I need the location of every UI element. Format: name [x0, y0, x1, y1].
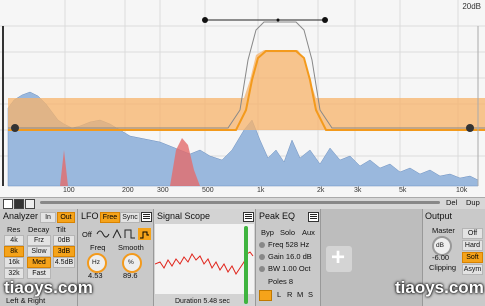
decay-heading: Decay — [28, 225, 50, 234]
clip-soft[interactable]: Soft — [462, 252, 483, 263]
freq-tick-100: 100 — [63, 187, 75, 194]
spectrum-graph[interactable] — [0, 0, 485, 208]
res-heading: Res — [7, 225, 21, 234]
sample-hold-icon — [138, 228, 151, 240]
clip-off[interactable]: Off — [462, 228, 483, 239]
watermark-left: tiaoys.com — [4, 278, 93, 297]
channel-m[interactable]: M — [297, 290, 303, 299]
layout-icon-3[interactable] — [25, 199, 35, 209]
duplicate-button[interactable]: Dup — [466, 198, 480, 207]
peak-eq-gain[interactable]: Gain 16.0 dB — [268, 252, 312, 261]
spectrum-display[interactable]: 20dB — [0, 0, 485, 208]
freq-tick-3k: 3k — [354, 187, 362, 194]
master-value[interactable]: -6.00 — [432, 253, 449, 262]
peak-eq-bypass[interactable]: Byp — [261, 228, 274, 237]
analyzer-title: Analyzer — [3, 211, 39, 221]
res-16k[interactable]: 16k — [4, 257, 24, 268]
bandwidth-handle-right — [322, 17, 328, 23]
lfo-smooth-unit: % — [128, 259, 134, 266]
freq-tick-1k: 1k — [257, 187, 265, 194]
watermark-right: tiaoys.com — [395, 278, 484, 297]
scope-menu-icon[interactable] — [243, 212, 254, 222]
peak-eq-bw[interactable]: BW 1.00 Oct — [268, 264, 311, 273]
clip-asym[interactable]: Asym — [462, 264, 483, 275]
master-label: Master — [432, 226, 455, 235]
eq-band-connector — [244, 226, 248, 304]
eq-node-top — [276, 18, 280, 22]
stereo-link-icon[interactable] — [259, 290, 272, 301]
lfo-waveform-selector[interactable] — [96, 228, 152, 240]
output-title: Output — [425, 211, 453, 221]
analyzer-out-button[interactable]: Out — [57, 212, 75, 223]
db-range-label[interactable]: 20dB — [462, 2, 481, 11]
freq-dot-icon — [259, 242, 265, 248]
freq-tick-2k: 2k — [317, 187, 325, 194]
lfo-off-button[interactable]: Off — [82, 230, 92, 239]
channel-r[interactable]: R — [287, 290, 292, 299]
decay-med[interactable]: Med — [27, 257, 51, 268]
scope-title: Signal Scope — [157, 211, 211, 221]
square-icon — [124, 229, 135, 239]
analyzer-in-button[interactable]: In — [40, 212, 56, 223]
delete-button[interactable]: Del — [446, 198, 457, 207]
peak-eq-poles[interactable]: Poles 8 — [268, 277, 293, 286]
tilt-3db[interactable]: 3dB — [53, 246, 75, 257]
lfo-free-button[interactable]: Free — [100, 212, 120, 223]
high-shelf-node — [466, 124, 474, 132]
decay-slow[interactable]: Slow — [27, 246, 51, 257]
lfo-smooth-label: Smooth — [118, 243, 144, 252]
peak-eq-solo[interactable]: Solo — [280, 228, 295, 237]
decay-frz[interactable]: Frz — [27, 235, 51, 246]
lfo-freq-unit: Hz — [92, 259, 100, 266]
peak-eq-menu-icon[interactable] — [308, 212, 319, 222]
horizontal-scrollbar[interactable] — [40, 201, 440, 204]
clip-hard[interactable]: Hard — [462, 240, 483, 251]
eq-curve-fill — [8, 50, 485, 130]
lfo-sync-button[interactable]: Sync — [120, 212, 140, 223]
lfo-freq-label: Freq — [90, 243, 106, 252]
master-unit: dB — [436, 242, 444, 249]
tilt-heading: Tilt — [56, 225, 66, 234]
lfo-menu-icon[interactable] — [141, 212, 152, 222]
channel-s[interactable]: S — [308, 290, 313, 299]
scope-display — [155, 224, 254, 294]
layout-icon-1[interactable] — [3, 199, 13, 209]
peak-eq-freq[interactable]: Freq 528 Hz — [268, 240, 309, 249]
sine-icon — [96, 230, 110, 238]
layout-icon-2[interactable] — [14, 199, 24, 209]
tilt-0db[interactable]: 0dB — [53, 235, 75, 246]
gain-dot-icon — [259, 254, 265, 260]
freq-tick-500: 500 — [202, 187, 214, 194]
peak-eq-title: Peak EQ — [259, 211, 296, 221]
triangle-icon — [112, 228, 122, 239]
lfo-smooth-value[interactable]: 89.6 — [123, 271, 138, 280]
plus-icon: + — [331, 244, 346, 271]
bandwidth-handle-left — [202, 17, 208, 23]
low-shelf-node — [11, 124, 19, 132]
tilt-4-5db[interactable]: 4.5dB — [53, 257, 75, 268]
freq-tick-5k: 5k — [399, 187, 407, 194]
peak-eq-aux[interactable]: Aux — [302, 228, 315, 237]
freq-tick-10k: 10k — [456, 187, 468, 194]
bw-dot-icon — [259, 266, 265, 272]
scope-duration[interactable]: Duration 5.48 sec — [175, 298, 230, 305]
clipping-label: Clipping — [429, 263, 457, 272]
channel-l[interactable]: L — [277, 290, 281, 299]
res-4k[interactable]: 4k — [4, 235, 24, 246]
freq-tick-200: 200 — [122, 187, 134, 194]
freq-tick-300: 300 — [157, 187, 169, 194]
lfo-title: LFO — [81, 211, 99, 221]
res-8k[interactable]: 8k — [4, 246, 24, 257]
